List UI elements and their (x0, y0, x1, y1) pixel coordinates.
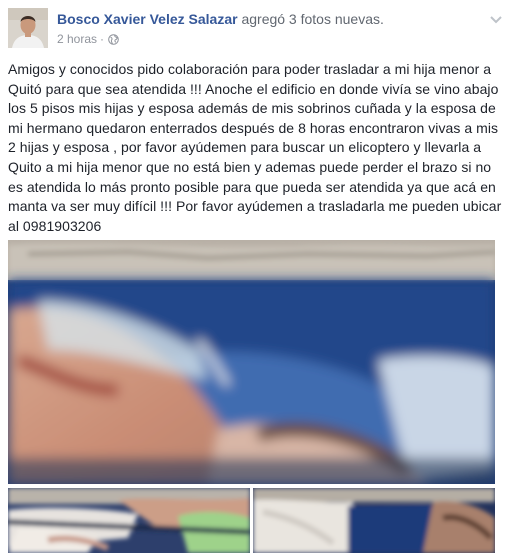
post-body-text: Amigos y conocidos pido colaboración par… (8, 61, 502, 234)
meta-separator: · (100, 32, 105, 46)
post-photo-thumbnail-2[interactable] (253, 488, 495, 553)
chevron-down-icon[interactable] (489, 12, 503, 24)
globe-icon[interactable] (108, 33, 119, 45)
post-photo-main[interactable] (8, 240, 495, 484)
post-title-line: Bosco Xavier Velez Salazar agregó 3 foto… (57, 11, 384, 27)
post-header: Bosco Xavier Velez Salazar agregó 3 foto… (8, 8, 507, 52)
author-name[interactable]: Bosco Xavier Velez Salazar (57, 11, 238, 27)
facebook-post: Bosco Xavier Velez Salazar agregó 3 foto… (0, 0, 515, 553)
post-photo-thumbnail-1[interactable] (8, 488, 250, 553)
post-action-text: agregó 3 fotos nuevas. (241, 11, 384, 27)
avatar[interactable] (8, 8, 48, 48)
post-meta: 2 horas · (57, 32, 119, 46)
post-timestamp[interactable]: 2 horas (57, 32, 97, 46)
